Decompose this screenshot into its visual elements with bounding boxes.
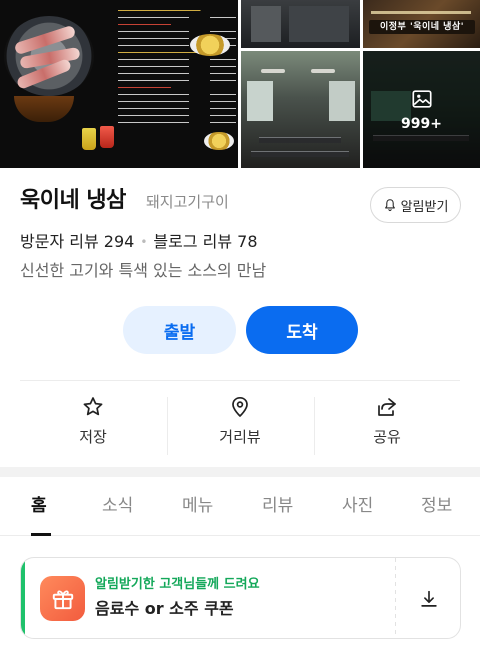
- separator-dot: •: [140, 235, 148, 249]
- photo-gallery: 이정부 '욱이네 냉삼' 999+: [0, 0, 480, 168]
- place-category: 돼지고기구이: [146, 193, 229, 211]
- more-photos-overlay: 999+: [363, 51, 480, 168]
- coupon-card[interactable]: 알림받기한 고객님들께 드려요 음료수 or 소주 쿠폰: [20, 557, 461, 639]
- coupon-download-button[interactable]: [396, 558, 460, 638]
- street-view-button[interactable]: 거리뷰: [167, 393, 313, 453]
- interior-photo[interactable]: [241, 51, 360, 168]
- notify-button[interactable]: 알림받기: [370, 187, 461, 223]
- tab-reviews[interactable]: 리뷰: [262, 494, 293, 518]
- save-label: 저장: [79, 428, 107, 446]
- more-photos-tile[interactable]: 999+: [363, 51, 480, 168]
- photo-count: 999+: [401, 115, 442, 132]
- tab-home[interactable]: 홈: [31, 494, 47, 518]
- save-button[interactable]: 저장: [20, 393, 166, 453]
- place-name: 욱이네 냉삼: [20, 188, 126, 213]
- share-label: 공유: [373, 428, 401, 446]
- section-gap: [0, 467, 480, 477]
- notify-label: 알림받기: [400, 199, 449, 215]
- share-icon: [378, 398, 396, 416]
- depart-button[interactable]: 출발: [123, 306, 236, 354]
- photo-icon: [411, 89, 432, 108]
- exterior-photo[interactable]: [241, 0, 360, 48]
- active-tab-indicator: [31, 533, 51, 536]
- drink-image: [82, 128, 96, 150]
- review-summary: 방문자 리뷰 294 • 블로그 리뷰 78: [20, 230, 258, 254]
- banner-photo[interactable]: 이정부 '욱이네 냉삼': [363, 0, 480, 48]
- tab-news[interactable]: 소식: [102, 494, 133, 518]
- tab-info[interactable]: 정보: [421, 494, 452, 518]
- arrive-button[interactable]: 도착: [246, 306, 358, 354]
- banner-text: 이정부 '욱이네 냉삼': [369, 20, 475, 34]
- tab-menu[interactable]: 메뉴: [182, 494, 213, 518]
- coupon-accent-edge: [21, 558, 25, 638]
- divider: [20, 380, 460, 381]
- drink-image: [100, 126, 114, 148]
- dish-image: [190, 34, 230, 56]
- star-icon: [83, 397, 103, 416]
- blog-review-link[interactable]: 블로그 리뷰 78: [153, 230, 257, 254]
- share-button[interactable]: 공유: [314, 393, 460, 453]
- coupon-subtitle: 알림받기한 고객님들께 드려요: [95, 577, 260, 592]
- street-view-label: 거리뷰: [219, 428, 261, 446]
- place-description: 신선한 고기와 특색 있는 소스의 만남: [20, 261, 267, 280]
- download-icon: [421, 590, 437, 607]
- menu-list-image: [118, 4, 236, 150]
- visitor-review-link[interactable]: 방문자 리뷰 294: [20, 230, 134, 254]
- menu-board-photo[interactable]: [0, 0, 238, 168]
- tab-photos[interactable]: 사진: [342, 494, 373, 518]
- banner-subline: [371, 11, 471, 14]
- dish-image: [204, 132, 234, 150]
- tab-bar: 홈 소식 메뉴 리뷰 사진 정보: [0, 478, 480, 536]
- coupon-title: 음료수 or 소주 쿠폰: [95, 599, 234, 618]
- location-pin-icon: [232, 396, 248, 417]
- gift-icon: [40, 576, 85, 621]
- soup-bowl-image: [14, 96, 74, 122]
- bell-icon: [384, 199, 395, 212]
